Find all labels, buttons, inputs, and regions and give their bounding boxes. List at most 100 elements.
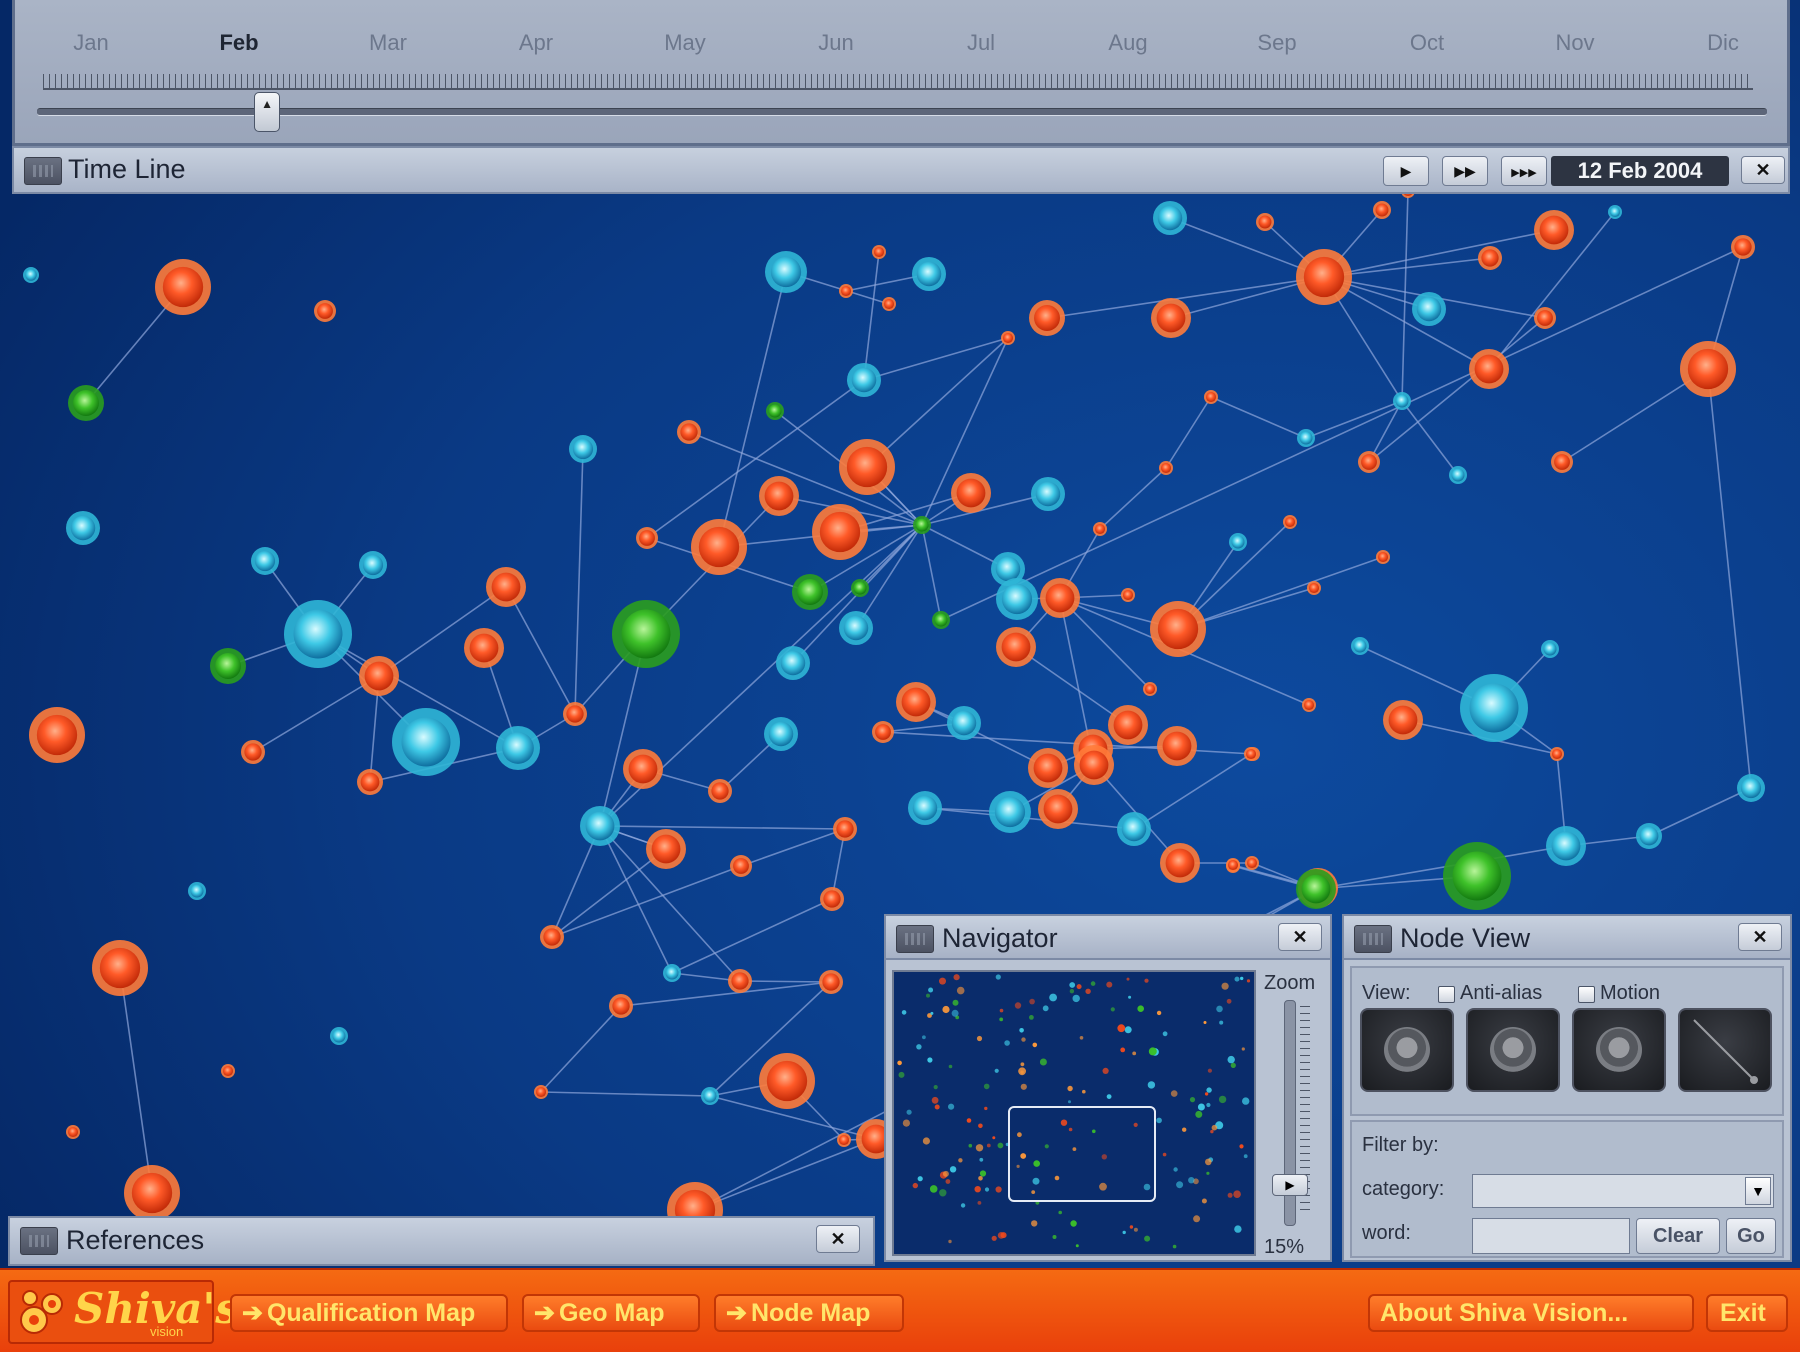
navigator-viewport-rect[interactable] bbox=[1008, 1106, 1156, 1202]
graph-node[interactable] bbox=[23, 267, 39, 283]
graph-node[interactable] bbox=[612, 600, 680, 668]
month-label[interactable]: Jan bbox=[73, 30, 108, 56]
graph-node[interactable] bbox=[1297, 429, 1315, 447]
view-style-button-2[interactable] bbox=[1466, 1008, 1560, 1092]
graph-node[interactable] bbox=[1296, 869, 1336, 909]
references-close-button[interactable]: ✕ bbox=[816, 1225, 860, 1253]
graph-node[interactable] bbox=[29, 707, 85, 763]
graph-node[interactable] bbox=[691, 519, 747, 575]
graph-node[interactable] bbox=[872, 721, 894, 743]
graph-node[interactable] bbox=[1551, 451, 1573, 473]
graph-node[interactable] bbox=[1296, 249, 1352, 305]
graph-node[interactable] bbox=[765, 251, 807, 293]
graph-node[interactable] bbox=[1159, 461, 1173, 475]
graph-node[interactable] bbox=[1307, 581, 1321, 595]
graph-node[interactable] bbox=[1737, 774, 1765, 802]
graph-node[interactable] bbox=[776, 646, 810, 680]
graph-node[interactable] bbox=[464, 628, 504, 668]
graph-node[interactable] bbox=[1256, 213, 1274, 231]
graph-node[interactable] bbox=[1093, 522, 1107, 536]
graph-node[interactable] bbox=[1469, 349, 1509, 389]
graph-node[interactable] bbox=[580, 806, 620, 846]
graph-node[interactable] bbox=[1117, 812, 1151, 846]
grip-icon[interactable] bbox=[896, 925, 934, 953]
graph-node[interactable] bbox=[241, 740, 265, 764]
graph-node[interactable] bbox=[66, 1125, 80, 1139]
graph-node[interactable] bbox=[1226, 858, 1240, 872]
about-button[interactable]: About Shiva Vision... bbox=[1368, 1294, 1694, 1332]
graph-node[interactable] bbox=[677, 420, 701, 444]
graph-node[interactable] bbox=[759, 476, 799, 516]
timeline-close-button[interactable]: ✕ bbox=[1741, 156, 1785, 184]
graph-node[interactable] bbox=[996, 578, 1038, 620]
graph-node[interactable] bbox=[314, 300, 336, 322]
graph-node[interactable] bbox=[839, 611, 873, 645]
graph-node[interactable] bbox=[1383, 700, 1423, 740]
graph-node[interactable] bbox=[1302, 698, 1316, 712]
graph-node[interactable] bbox=[1029, 300, 1065, 336]
graph-node[interactable] bbox=[1108, 705, 1148, 745]
graph-node[interactable] bbox=[764, 717, 798, 751]
graph-node[interactable] bbox=[540, 925, 564, 949]
go-button[interactable]: Go bbox=[1726, 1218, 1776, 1254]
timeline-slider-track[interactable] bbox=[37, 108, 1767, 116]
graph-node[interactable] bbox=[1283, 515, 1297, 529]
graph-node[interactable] bbox=[623, 749, 663, 789]
play-button[interactable]: ▶ bbox=[1383, 156, 1429, 186]
motion-checkbox[interactable] bbox=[1578, 986, 1595, 1003]
graph-node[interactable] bbox=[1373, 201, 1391, 219]
graph-node[interactable] bbox=[646, 829, 686, 869]
exit-button[interactable]: Exit bbox=[1706, 1294, 1788, 1332]
shiva-vision-logo[interactable]: Shiva's vision bbox=[8, 1280, 239, 1344]
month-label[interactable]: Dic bbox=[1707, 30, 1739, 56]
month-label[interactable]: Sep bbox=[1257, 30, 1296, 56]
graph-node[interactable] bbox=[1731, 235, 1755, 259]
graph-node[interactable] bbox=[996, 627, 1036, 667]
graph-node[interactable] bbox=[837, 1133, 851, 1147]
graph-node[interactable] bbox=[1151, 298, 1191, 338]
graph-node[interactable] bbox=[1534, 307, 1556, 329]
node-view-close-button[interactable]: ✕ bbox=[1738, 923, 1782, 951]
month-label[interactable]: Apr bbox=[519, 30, 553, 56]
edge-style-button[interactable] bbox=[1678, 1008, 1772, 1092]
graph-node[interactable] bbox=[569, 435, 597, 463]
graph-node[interactable] bbox=[330, 1027, 348, 1045]
graph-node[interactable] bbox=[728, 969, 752, 993]
graph-node[interactable] bbox=[1541, 640, 1559, 658]
month-label[interactable]: Nov bbox=[1555, 30, 1594, 56]
graph-node[interactable] bbox=[1143, 682, 1157, 696]
graph-node[interactable] bbox=[1546, 826, 1586, 866]
graph-node[interactable] bbox=[1449, 466, 1467, 484]
graph-node[interactable] bbox=[1150, 601, 1206, 657]
month-label-selected[interactable]: Feb bbox=[219, 30, 258, 56]
navigator-close-button[interactable]: ✕ bbox=[1278, 923, 1322, 951]
geo-map-button[interactable]: ➔ Geo Map bbox=[522, 1294, 700, 1332]
grip-icon[interactable] bbox=[20, 1227, 58, 1255]
graph-node[interactable] bbox=[951, 473, 991, 513]
graph-node[interactable] bbox=[636, 527, 658, 549]
graph-node[interactable] bbox=[1121, 588, 1135, 602]
graph-node[interactable] bbox=[221, 1064, 235, 1078]
graph-node[interactable] bbox=[359, 551, 387, 579]
graph-node[interactable] bbox=[851, 579, 869, 597]
graph-node[interactable] bbox=[1038, 789, 1078, 829]
graph-node[interactable] bbox=[1229, 533, 1247, 551]
graph-node[interactable] bbox=[1393, 392, 1411, 410]
view-style-button-3[interactable] bbox=[1572, 1008, 1666, 1092]
graph-node[interactable] bbox=[1534, 210, 1574, 250]
chevron-down-icon[interactable]: ▼ bbox=[1745, 1177, 1771, 1205]
graph-node[interactable] bbox=[1074, 745, 1114, 785]
graph-node[interactable] bbox=[486, 567, 526, 607]
graph-node[interactable] bbox=[92, 940, 148, 996]
graph-node[interactable] bbox=[833, 817, 857, 841]
graph-node[interactable] bbox=[839, 439, 895, 495]
graph-node[interactable] bbox=[1412, 292, 1446, 326]
graph-node[interactable] bbox=[730, 855, 752, 877]
graph-node[interactable] bbox=[701, 1087, 719, 1105]
graph-node[interactable] bbox=[1608, 205, 1622, 219]
graph-node[interactable] bbox=[819, 970, 843, 994]
graph-node[interactable] bbox=[872, 245, 886, 259]
graph-node[interactable] bbox=[392, 708, 460, 776]
graph-node[interactable] bbox=[357, 769, 383, 795]
graph-node[interactable] bbox=[708, 779, 732, 803]
